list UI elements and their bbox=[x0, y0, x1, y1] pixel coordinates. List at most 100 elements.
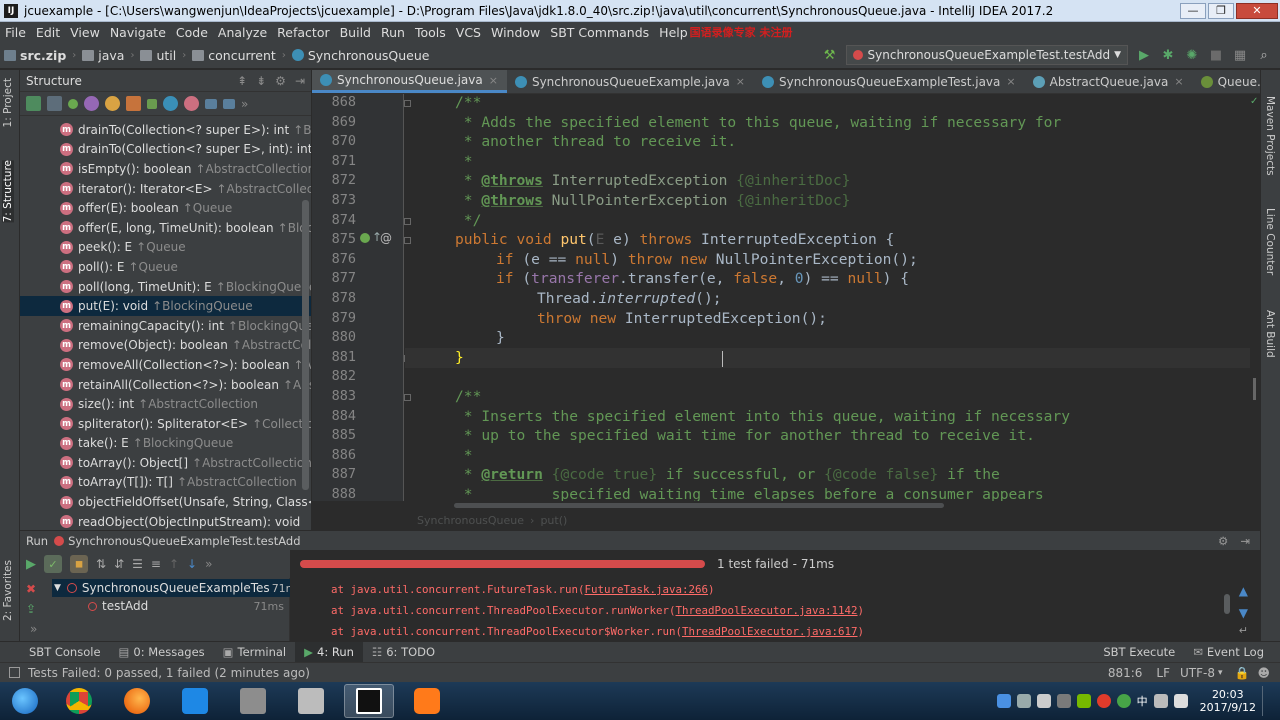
sdk-icon[interactable]: ▦ bbox=[1232, 47, 1248, 63]
encoding-dropdown-icon[interactable]: ▾ bbox=[1218, 668, 1223, 678]
expand-icon[interactable]: ⇟ bbox=[256, 74, 266, 88]
hide-icon[interactable]: ⇥ bbox=[1240, 534, 1250, 548]
menu-view[interactable]: View bbox=[65, 25, 105, 40]
list-item[interactable]: m toArray(): Object[] ↑AbstractCollection bbox=[20, 453, 311, 473]
start-button[interactable] bbox=[4, 684, 46, 718]
list-item[interactable]: m size(): int ↑AbstractCollection bbox=[20, 394, 311, 414]
list-item[interactable]: m take(): E ↑BlockingQueue bbox=[20, 434, 311, 454]
anonymous-classes-icon[interactable] bbox=[163, 96, 178, 111]
list-item[interactable]: m remainingCapacity(): int↑BlockingQueue bbox=[20, 316, 311, 336]
source-link[interactable]: ThreadPoolExecutor.java:1142 bbox=[676, 604, 858, 617]
sort-alpha-icon[interactable] bbox=[26, 96, 41, 111]
test-case-node[interactable]: testAdd 71ms bbox=[88, 597, 290, 615]
caret-position[interactable]: 881:6 bbox=[1108, 666, 1143, 680]
list-item[interactable]: m isEmpty(): boolean ↑AbstractCollection bbox=[20, 159, 311, 179]
collapse-all-icon[interactable]: ≡ bbox=[151, 557, 161, 571]
previous-failed-icon[interactable]: ↑ bbox=[169, 557, 179, 571]
status-message[interactable]: Tests Failed: 0 passed, 1 failed (2 minu… bbox=[28, 666, 310, 680]
console-output[interactable]: at java.util.concurrent.FutureTask.run(F… bbox=[290, 578, 1260, 641]
gear-icon[interactable]: ⚙ bbox=[275, 74, 286, 88]
list-item[interactable]: mspliterator(): Spliterator<E>↑Collectio… bbox=[20, 414, 311, 434]
show-desktop-button[interactable] bbox=[1262, 686, 1272, 716]
list-item[interactable]: m readObject(ObjectInputStream): void bbox=[20, 512, 311, 530]
line-separator[interactable]: LF bbox=[1156, 666, 1170, 680]
show-fields-icon[interactable] bbox=[105, 96, 120, 111]
show-ignored-icon[interactable]: ◼ bbox=[70, 555, 88, 573]
abstract-icon[interactable] bbox=[184, 96, 199, 111]
antivirus-icon[interactable] bbox=[1096, 694, 1111, 708]
scroll-thumb[interactable] bbox=[1253, 378, 1256, 400]
list-item[interactable]: m drainTo(Collection<? super E>, int): in… bbox=[20, 140, 311, 160]
show-passed-icon[interactable]: ✓ bbox=[44, 555, 62, 573]
show-inherited-icon[interactable] bbox=[126, 96, 141, 111]
export-icon[interactable]: ⇪ bbox=[26, 602, 36, 616]
menu-vcs[interactable]: VCS bbox=[451, 25, 486, 40]
structure-scrollbar[interactable] bbox=[302, 200, 309, 490]
list-item[interactable]: mremoveAll(Collection<?>): boolean↑Abs bbox=[20, 355, 311, 375]
tool-tab-favorites[interactable]: 2: Favorites bbox=[2, 560, 14, 621]
source-link[interactable]: FutureTask.java:266 bbox=[585, 583, 709, 596]
menu-help[interactable]: Help bbox=[654, 25, 688, 40]
tab-synchronousqueue[interactable]: SynchronousQueue.java × bbox=[312, 70, 507, 93]
debug-icon[interactable]: ✱ bbox=[1160, 47, 1176, 63]
tool-tab-event-log[interactable]: ✉ Event Log bbox=[1184, 642, 1280, 663]
run-icon[interactable]: ▶ bbox=[1136, 47, 1152, 63]
list-item[interactable]: m objectFieldOffset(Unsafe, String, Class… bbox=[20, 492, 311, 512]
stop-icon[interactable]: ■ bbox=[1208, 47, 1224, 63]
minimize-button[interactable]: — bbox=[1180, 2, 1206, 19]
sort-alpha-icon[interactable]: ⇅ bbox=[96, 557, 106, 571]
fold-marker-icon[interactable] bbox=[404, 218, 411, 225]
coverage-icon[interactable]: ✺ bbox=[1184, 47, 1200, 63]
list-item[interactable]: m toArray(T[]): T[] ↑AbstractCollection bbox=[20, 473, 311, 493]
autoscroll-to-icon[interactable] bbox=[205, 98, 217, 109]
tab-synchronousqueueexampletest[interactable]: SynchronousQueueExampleTest.java × bbox=[754, 70, 1025, 93]
menu-file[interactable]: File bbox=[0, 25, 31, 40]
hide-icon[interactable]: ⇥ bbox=[295, 74, 305, 88]
scroll-up-icon[interactable]: ▲ bbox=[1239, 584, 1248, 598]
close-icon[interactable]: × bbox=[489, 74, 498, 87]
code-editor[interactable]: 868 869 870 871 872 873 874 875 876 877 … bbox=[312, 94, 1260, 501]
tab-abstractqueue[interactable]: AbstractQueue.java × bbox=[1025, 70, 1193, 93]
expand-arrow-icon[interactable]: ▼ bbox=[54, 583, 61, 593]
nvidia-icon[interactable] bbox=[1076, 694, 1091, 708]
ime-indicator[interactable]: 中 bbox=[1137, 693, 1148, 709]
close-icon[interactable]: × bbox=[736, 75, 745, 88]
show-protected-icon[interactable] bbox=[84, 96, 99, 111]
usb-icon[interactable] bbox=[1056, 694, 1071, 708]
list-item[interactable]: mretainAll(Collection<?>): boolean↑Abst bbox=[20, 375, 311, 395]
menu-analyze[interactable]: Analyze bbox=[213, 25, 272, 40]
close-icon[interactable]: × bbox=[1006, 75, 1015, 88]
volume-icon[interactable] bbox=[1173, 694, 1188, 708]
file-encoding[interactable]: UTF-8 bbox=[1180, 666, 1215, 680]
list-item[interactable]: moffer(E, long, TimeUnit): boolean↑Block… bbox=[20, 218, 311, 238]
menu-navigate[interactable]: Navigate bbox=[105, 25, 171, 40]
tool-tab-run[interactable]: ▶ 4: Run bbox=[295, 641, 363, 663]
fold-marker-icon[interactable] bbox=[404, 394, 411, 401]
clock[interactable]: 20:03 2017/9/12 bbox=[1200, 688, 1256, 714]
list-item[interactable]: m iterator(): Iterator<E>↑AbstractCollect… bbox=[20, 179, 311, 199]
menu-tools[interactable]: Tools bbox=[410, 25, 451, 40]
editor-horizontal-scrollbar[interactable] bbox=[312, 501, 1260, 511]
tool-tab-sbt-console[interactable]: SBT Console bbox=[0, 642, 110, 663]
wifi-icon[interactable] bbox=[1153, 694, 1168, 708]
crumb-util[interactable]: util bbox=[136, 48, 180, 63]
tool-tab-messages[interactable]: ▤ 0: Messages bbox=[110, 642, 214, 663]
list-item-selected[interactable]: m put(E): void ↑BlockingQueue bbox=[20, 296, 311, 316]
lock-icon[interactable]: 🔒 bbox=[1235, 666, 1250, 680]
sort-duration-icon[interactable]: ⇵ bbox=[114, 557, 124, 571]
tool-tab-terminal[interactable]: ▣ Terminal bbox=[214, 642, 295, 663]
fold-marker-icon[interactable] bbox=[404, 237, 411, 244]
list-item[interactable]: m peek(): E ↑Queue bbox=[20, 238, 311, 258]
gear-icon[interactable]: ⚙ bbox=[1218, 534, 1228, 548]
source-link[interactable]: ThreadPoolExecutor.java:617 bbox=[682, 625, 858, 638]
wrap-icon[interactable]: ↵ bbox=[1239, 624, 1248, 637]
breadcrumb-item[interactable]: put() bbox=[540, 514, 567, 527]
crumb-java[interactable]: java bbox=[78, 48, 128, 63]
crumb-synchronousqueue[interactable]: SynchronousQueue bbox=[288, 48, 434, 63]
expand-all-icon[interactable]: ☰ bbox=[132, 557, 143, 571]
next-failed-icon[interactable]: ↓ bbox=[187, 557, 197, 571]
tool-tab-sbt-execute[interactable]: SBT Execute bbox=[1094, 642, 1184, 663]
taskbar-archive[interactable] bbox=[228, 684, 278, 718]
list-item[interactable]: m poll(): E ↑Queue bbox=[20, 257, 311, 277]
keyboard-icon[interactable] bbox=[1036, 694, 1051, 708]
